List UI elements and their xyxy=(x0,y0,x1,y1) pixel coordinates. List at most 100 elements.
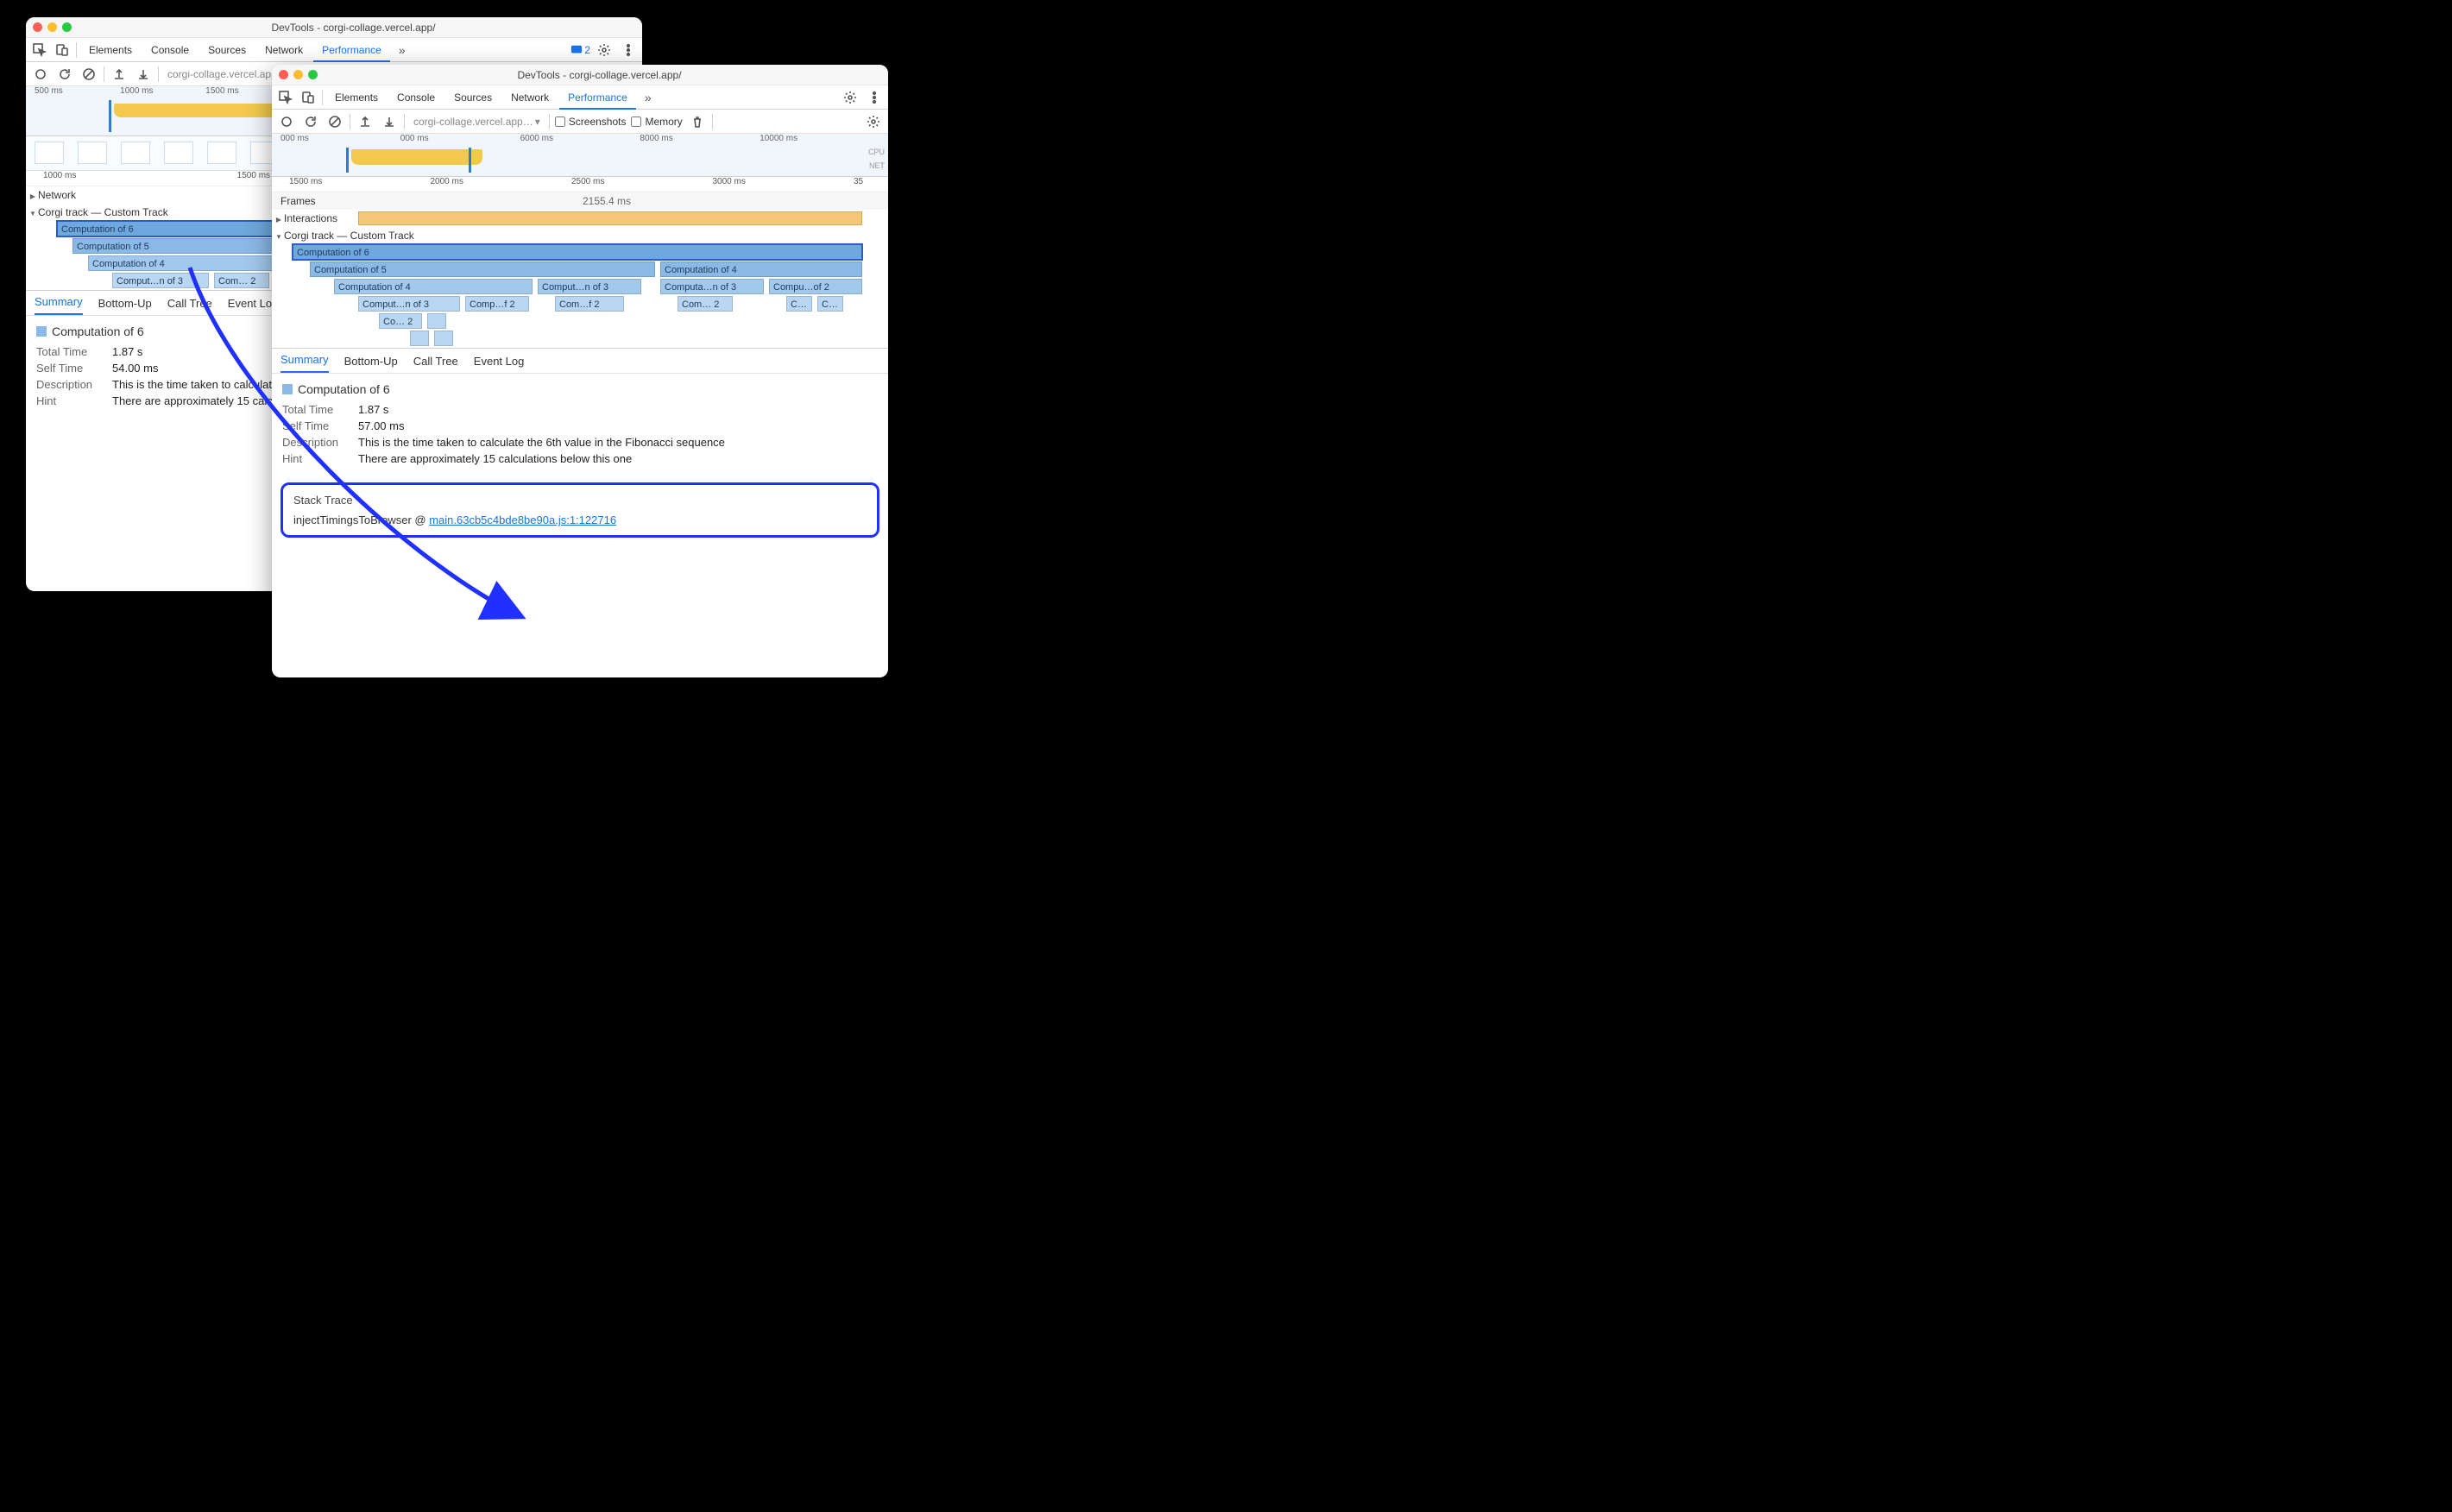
inspect-icon[interactable] xyxy=(29,41,50,60)
clear-icon[interactable] xyxy=(79,65,98,84)
console-messages-badge[interactable]: 2 xyxy=(570,44,590,56)
reload-icon[interactable] xyxy=(301,112,320,131)
tab-elements[interactable]: Elements xyxy=(80,38,141,62)
tab-console[interactable]: Console xyxy=(142,38,198,62)
upload-icon[interactable] xyxy=(110,65,129,84)
range-handle-left[interactable] xyxy=(109,100,111,132)
flame-bar[interactable]: Computation of 6 xyxy=(293,244,862,260)
flame-bar[interactable] xyxy=(410,331,429,346)
minimize-icon[interactable] xyxy=(293,70,303,79)
flame-bar[interactable]: Comp…f 2 xyxy=(465,296,529,312)
overview-task-bar xyxy=(351,149,482,165)
tab-calltree[interactable]: Call Tree xyxy=(167,297,212,315)
timeline-overview[interactable]: 000 ms 000 ms 6000 ms 8000 ms 10000 ms C… xyxy=(272,134,888,177)
flame-bar[interactable]: C… xyxy=(817,296,843,312)
tab-performance[interactable]: Performance xyxy=(313,38,390,62)
record-icon[interactable] xyxy=(31,65,50,84)
frame-thumb[interactable] xyxy=(121,142,150,164)
tab-sources[interactable]: Sources xyxy=(199,38,255,62)
tab-sources[interactable]: Sources xyxy=(445,85,501,110)
close-icon[interactable] xyxy=(279,70,288,79)
frame-thumb[interactable] xyxy=(78,142,107,164)
net-label: NET xyxy=(869,161,885,170)
panel-settings-icon[interactable] xyxy=(864,112,883,131)
flame-chart[interactable]: Computation of 6 Computation of 5 Comput… xyxy=(272,244,888,348)
more-tabs-icon[interactable] xyxy=(638,88,659,107)
flame-ruler: 1500 ms 2000 ms 2500 ms 3000 ms 35 xyxy=(272,177,888,192)
maximize-icon[interactable] xyxy=(62,22,72,32)
interaction-bar[interactable] xyxy=(358,211,862,225)
tab-bottomup[interactable]: Bottom-Up xyxy=(98,297,152,315)
reload-icon[interactable] xyxy=(55,65,74,84)
download-icon[interactable] xyxy=(134,65,153,84)
tab-eventlog[interactable]: Event Log xyxy=(474,355,525,373)
window-title: DevTools - corgi-collage.vercel.app/ xyxy=(72,22,635,34)
maximize-icon[interactable] xyxy=(308,70,318,79)
flame-bar[interactable]: Computation of 4 xyxy=(334,279,533,294)
color-swatch xyxy=(282,384,293,394)
flame-bar[interactable]: Com…f 2 xyxy=(555,296,624,312)
tab-network[interactable]: Network xyxy=(256,38,312,62)
flame-bar[interactable]: Computa…n of 3 xyxy=(660,279,764,294)
custom-track[interactable]: Corgi track — Custom Track xyxy=(272,227,888,244)
analysis-tabs: Summary Bottom-Up Call Tree Event Log xyxy=(272,348,888,374)
tab-performance[interactable]: Performance xyxy=(559,85,636,110)
perf-toolbar: corgi-collage.vercel.app…▾ Screenshots M… xyxy=(272,110,888,134)
range-handle-right[interactable] xyxy=(469,148,471,173)
flame-bar[interactable]: Com… 2 xyxy=(214,273,269,288)
settings-icon[interactable] xyxy=(840,88,860,107)
summary-title: Computation of 6 xyxy=(282,382,878,396)
flame-bar[interactable]: Comput…n of 3 xyxy=(358,296,460,312)
frame-thumb[interactable] xyxy=(35,142,64,164)
flame-bar[interactable] xyxy=(434,331,453,346)
tab-console[interactable]: Console xyxy=(388,85,444,110)
range-handle-left[interactable] xyxy=(346,148,349,173)
flame-bar[interactable]: C… xyxy=(786,296,812,312)
flame-bar[interactable]: Computation of 4 xyxy=(660,261,862,277)
tab-eventlog[interactable]: Event Log xyxy=(228,297,279,315)
stack-trace-link[interactable]: main.63cb5c4bde8be90a.js:1:122716 xyxy=(429,513,616,526)
download-icon[interactable] xyxy=(380,112,399,131)
frames-track[interactable]: Frames 2155.4 ms xyxy=(272,192,888,210)
titlebar[interactable]: DevTools - corgi-collage.vercel.app/ xyxy=(26,17,642,38)
flame-bar[interactable]: Computation of 5 xyxy=(310,261,655,277)
gc-icon[interactable] xyxy=(688,112,707,131)
tab-elements[interactable]: Elements xyxy=(326,85,387,110)
more-icon[interactable] xyxy=(618,41,639,60)
traffic-lights xyxy=(33,22,72,32)
frame-thumb[interactable] xyxy=(207,142,236,164)
flame-bar[interactable]: Computation of 4 xyxy=(88,255,278,271)
tab-summary[interactable]: Summary xyxy=(35,295,83,315)
interactions-track[interactable]: Interactions xyxy=(272,210,888,227)
tab-network[interactable]: Network xyxy=(502,85,558,110)
tab-summary[interactable]: Summary xyxy=(280,353,329,373)
tab-calltree[interactable]: Call Tree xyxy=(413,355,458,373)
flame-bar[interactable]: Co… 2 xyxy=(379,313,422,329)
device-icon[interactable] xyxy=(52,41,72,60)
stack-trace-line: injectTimingsToBrowser @ main.63cb5c4bde… xyxy=(293,513,867,526)
flame-bar[interactable]: Comput…n of 3 xyxy=(112,273,209,288)
recording-dropdown[interactable]: corgi-collage.vercel.app…▾ xyxy=(410,116,544,128)
clear-icon[interactable] xyxy=(325,112,344,131)
inspect-icon[interactable] xyxy=(275,88,296,107)
screenshots-checkbox[interactable]: Screenshots xyxy=(555,116,627,128)
flame-bar[interactable]: Com… 2 xyxy=(678,296,733,312)
flame-bar[interactable]: Compu…of 2 xyxy=(769,279,862,294)
upload-icon[interactable] xyxy=(356,112,375,131)
close-icon[interactable] xyxy=(33,22,42,32)
cpu-label: CPU xyxy=(868,148,885,156)
more-tabs-icon[interactable] xyxy=(392,41,413,60)
stack-trace-title: Stack Trace xyxy=(293,494,867,507)
more-icon[interactable] xyxy=(864,88,885,107)
memory-checkbox[interactable]: Memory xyxy=(631,116,682,128)
record-icon[interactable] xyxy=(277,112,296,131)
flame-bar[interactable] xyxy=(427,313,446,329)
titlebar[interactable]: DevTools - corgi-collage.vercel.app/ xyxy=(272,65,888,85)
settings-icon[interactable] xyxy=(594,41,615,60)
stack-trace-box: Stack Trace injectTimingsToBrowser @ mai… xyxy=(280,482,879,538)
flame-bar[interactable]: Comput…n of 3 xyxy=(538,279,641,294)
tab-bottomup[interactable]: Bottom-Up xyxy=(344,355,398,373)
minimize-icon[interactable] xyxy=(47,22,57,32)
frame-thumb[interactable] xyxy=(164,142,193,164)
device-icon[interactable] xyxy=(298,88,318,107)
